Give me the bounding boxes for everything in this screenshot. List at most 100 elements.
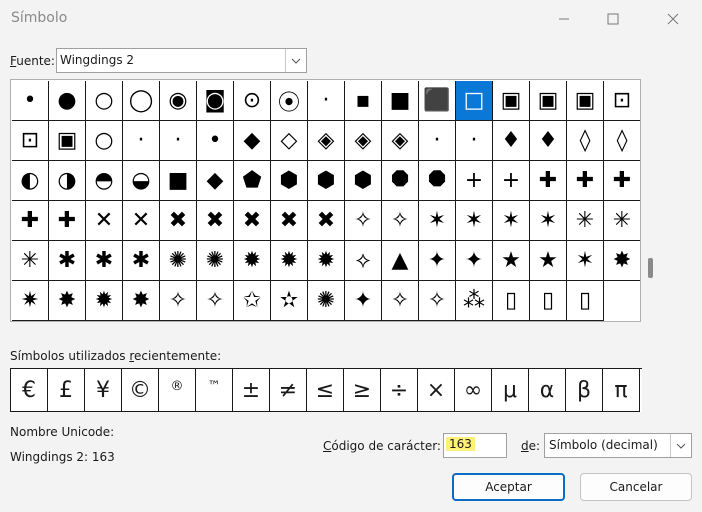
symbol-cell[interactable]: ▯	[567, 281, 604, 321]
symbol-cell[interactable]: ◈	[345, 121, 382, 161]
symbol-cell[interactable]: ⬛	[419, 81, 456, 121]
symbol-cell[interactable]: ✧	[345, 201, 382, 241]
maximize-button[interactable]	[590, 0, 636, 38]
chevron-down-icon[interactable]	[285, 49, 306, 72]
recent-symbol-cell[interactable]: £	[48, 369, 85, 412]
symbol-cell[interactable]: ✖	[197, 201, 234, 241]
symbol-cell[interactable]: ✱	[49, 241, 86, 281]
symbol-cell[interactable]: ✧	[197, 281, 234, 321]
symbol-cell[interactable]: ▲	[382, 241, 419, 281]
recent-symbol-cell[interactable]: μ	[492, 369, 529, 412]
symbol-cell[interactable]: ◐	[12, 161, 49, 201]
symbol-cell[interactable]: ■	[382, 81, 419, 121]
symbol-cell[interactable]: ▣	[493, 81, 530, 121]
symbol-cell[interactable]: ⊡	[604, 81, 640, 121]
symbol-cell[interactable]: ✹	[86, 281, 123, 321]
symbol-cell[interactable]: ▣	[567, 81, 604, 121]
from-dropdown[interactable]: Símbolo (decimal)	[544, 433, 692, 458]
recent-symbol-cell[interactable]: ∞	[455, 369, 492, 412]
symbol-cell[interactable]: ·	[456, 121, 493, 161]
symbol-cell[interactable]: ◊	[567, 121, 604, 161]
symbol-cell[interactable]: ●	[49, 81, 86, 121]
symbol-cell[interactable]: ◯	[123, 81, 160, 121]
recent-symbol-cell[interactable]: €	[11, 369, 48, 412]
symbol-cell[interactable]: ✚	[567, 161, 604, 201]
symbol-cell[interactable]: ▣	[49, 121, 86, 161]
recent-symbol-cell[interactable]: ™	[196, 369, 233, 412]
symbol-cell[interactable]: ▯	[493, 281, 530, 321]
symbol-cell[interactable]: ⯃	[382, 161, 419, 201]
symbol-cell[interactable]: ⊙	[234, 81, 271, 121]
recent-symbol-cell[interactable]: ≥	[344, 369, 381, 412]
recent-symbol-cell[interactable]: ×	[418, 369, 455, 412]
symbol-cell[interactable]: ◓	[86, 161, 123, 201]
symbol-cell[interactable]: ✧	[382, 201, 419, 241]
recent-symbol-cell[interactable]: ®	[159, 369, 196, 412]
symbol-cell[interactable]: ✦	[345, 281, 382, 321]
symbol-cell[interactable]: ⬢	[271, 161, 308, 201]
recent-symbol-cell[interactable]: π	[603, 369, 640, 412]
symbol-cell[interactable]: ✶	[530, 201, 567, 241]
symbol-cell[interactable]: ○	[86, 121, 123, 161]
symbol-cell[interactable]: ·	[308, 81, 345, 121]
symbol-cell[interactable]: ✶	[419, 201, 456, 241]
recent-symbol-cell[interactable]: ≤	[307, 369, 344, 412]
symbol-cell[interactable]: ◈	[382, 121, 419, 161]
symbol-cell[interactable]: ♦	[530, 121, 567, 161]
symbol-cell[interactable]: ✖	[234, 201, 271, 241]
symbol-cell[interactable]: ▯	[530, 281, 567, 321]
symbol-cell[interactable]: ✕	[86, 201, 123, 241]
symbol-cell[interactable]: ★	[493, 241, 530, 281]
symbol-cell[interactable]: ✖	[308, 201, 345, 241]
symbol-cell[interactable]: ✚	[49, 201, 86, 241]
symbol-cell[interactable]: ✱	[123, 241, 160, 281]
symbol-cell[interactable]: ✧	[160, 281, 197, 321]
minimize-button[interactable]	[541, 0, 587, 38]
symbol-cell[interactable]: ✖	[160, 201, 197, 241]
symbol-cell[interactable]: ▣	[530, 81, 567, 121]
recent-symbol-cell[interactable]: β	[566, 369, 603, 412]
symbol-cell[interactable]: ✶	[493, 201, 530, 241]
close-button[interactable]	[650, 0, 696, 38]
symbol-cell[interactable]: ✕	[123, 201, 160, 241]
recent-symbol-cell[interactable]: α	[529, 369, 566, 412]
symbol-cell[interactable]: ✳	[567, 201, 604, 241]
symbol-cell[interactable]: •	[197, 121, 234, 161]
symbol-cell[interactable]: ◇	[271, 121, 308, 161]
symbol-cell[interactable]: ✹	[308, 241, 345, 281]
symbol-cell[interactable]: ✸	[604, 241, 640, 281]
symbol-cell[interactable]: ✶	[456, 201, 493, 241]
symbol-cell[interactable]: ◑	[49, 161, 86, 201]
symbol-cell[interactable]: ✱	[86, 241, 123, 281]
recent-symbol-cell[interactable]: ≠	[270, 369, 307, 412]
symbol-cell[interactable]: ◆	[197, 161, 234, 201]
symbol-cell[interactable]: ✹	[271, 241, 308, 281]
char-code-input[interactable]: 163	[443, 433, 507, 458]
chevron-down-icon[interactable]	[670, 434, 691, 457]
symbol-cell[interactable]: ▪	[345, 81, 382, 121]
symbol-cell[interactable]: ⊡	[12, 121, 49, 161]
symbol-cell[interactable]: ◒	[123, 161, 160, 201]
symbol-cell[interactable]: ✸	[123, 281, 160, 321]
symbol-cell-selected[interactable]: □	[456, 81, 493, 121]
symbol-cell[interactable]: ◉	[160, 81, 197, 121]
symbol-cell[interactable]: ✷	[12, 281, 49, 321]
symbol-cell[interactable]: ⯃	[419, 161, 456, 201]
symbol-cell[interactable]: ⦿	[271, 81, 308, 121]
symbol-cell[interactable]: ○	[86, 81, 123, 121]
symbol-cell[interactable]: ✩	[234, 281, 271, 321]
symbol-cell[interactable]: +	[456, 161, 493, 201]
symbol-cell[interactable]: ✺	[160, 241, 197, 281]
symbol-cell[interactable]: ✚	[530, 161, 567, 201]
symbol-cell[interactable]: ✹	[234, 241, 271, 281]
symbol-cell[interactable]: ✳	[604, 201, 640, 241]
symbol-cell[interactable]: ✶	[567, 241, 604, 281]
symbol-cell[interactable]: ⬟	[234, 161, 271, 201]
symbol-cell[interactable]: +	[493, 161, 530, 201]
symbol-cell[interactable]: ·	[123, 121, 160, 161]
symbol-cell[interactable]: ⁂	[456, 281, 493, 321]
scrollbar-thumb[interactable]	[648, 258, 653, 278]
symbol-cell[interactable]: ⬢	[345, 161, 382, 201]
symbol-cell[interactable]: ◆	[234, 121, 271, 161]
symbol-cell[interactable]: ✳	[12, 241, 49, 281]
